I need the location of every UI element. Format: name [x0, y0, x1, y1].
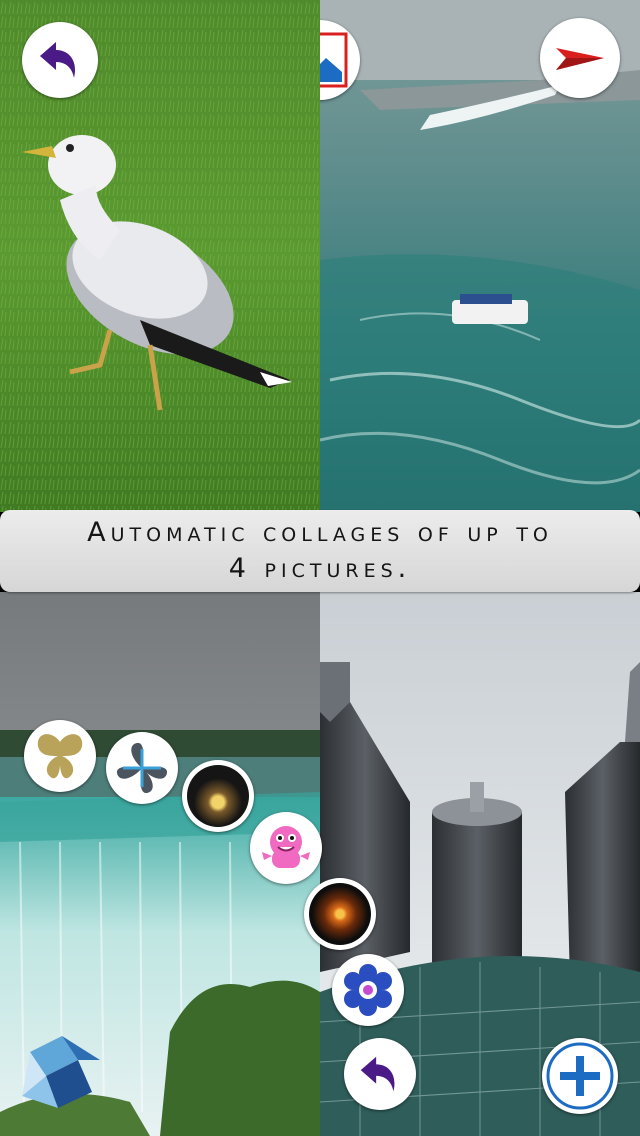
fireworks-icon: [309, 883, 371, 945]
undo-button[interactable]: [344, 1038, 416, 1110]
undo-arrow-icon: [360, 1056, 395, 1092]
blue-flower-icon: [344, 964, 392, 1016]
pink-monster-icon: [262, 826, 310, 868]
flower-petals-icon: [116, 742, 168, 794]
photo-seagull[interactable]: [0, 0, 320, 512]
sticker-butterfly[interactable]: [24, 720, 96, 792]
caption-banner: Automatic collages of up to 4 pictures.: [0, 510, 640, 592]
app-logo-button[interactable]: [18, 1030, 104, 1116]
back-button[interactable]: [22, 22, 98, 98]
sticker-flower-petals[interactable]: [106, 732, 178, 804]
sticker-blue-flower[interactable]: [332, 954, 404, 1026]
sticker-sunset[interactable]: [182, 760, 254, 832]
undo-arrow-icon: [40, 42, 76, 78]
sticker-fireworks[interactable]: [304, 878, 376, 950]
caption-line-1: Automatic collages of up to: [87, 517, 553, 548]
landscape-photo-icon: [320, 32, 348, 88]
sticker-pink-monster[interactable]: [250, 812, 322, 884]
app-logo-icon: [22, 1036, 100, 1108]
paper-plane-send-icon: [556, 48, 604, 70]
send-button[interactable]: [540, 18, 620, 98]
photo-waterfall-boat[interactable]: [320, 0, 640, 512]
plus-icon: [546, 1042, 614, 1110]
caption-line-2: 4 pictures.: [228, 553, 412, 584]
sunset-icon: [187, 765, 249, 827]
add-button[interactable]: [542, 1038, 618, 1114]
butterfly-icon: [37, 734, 83, 779]
